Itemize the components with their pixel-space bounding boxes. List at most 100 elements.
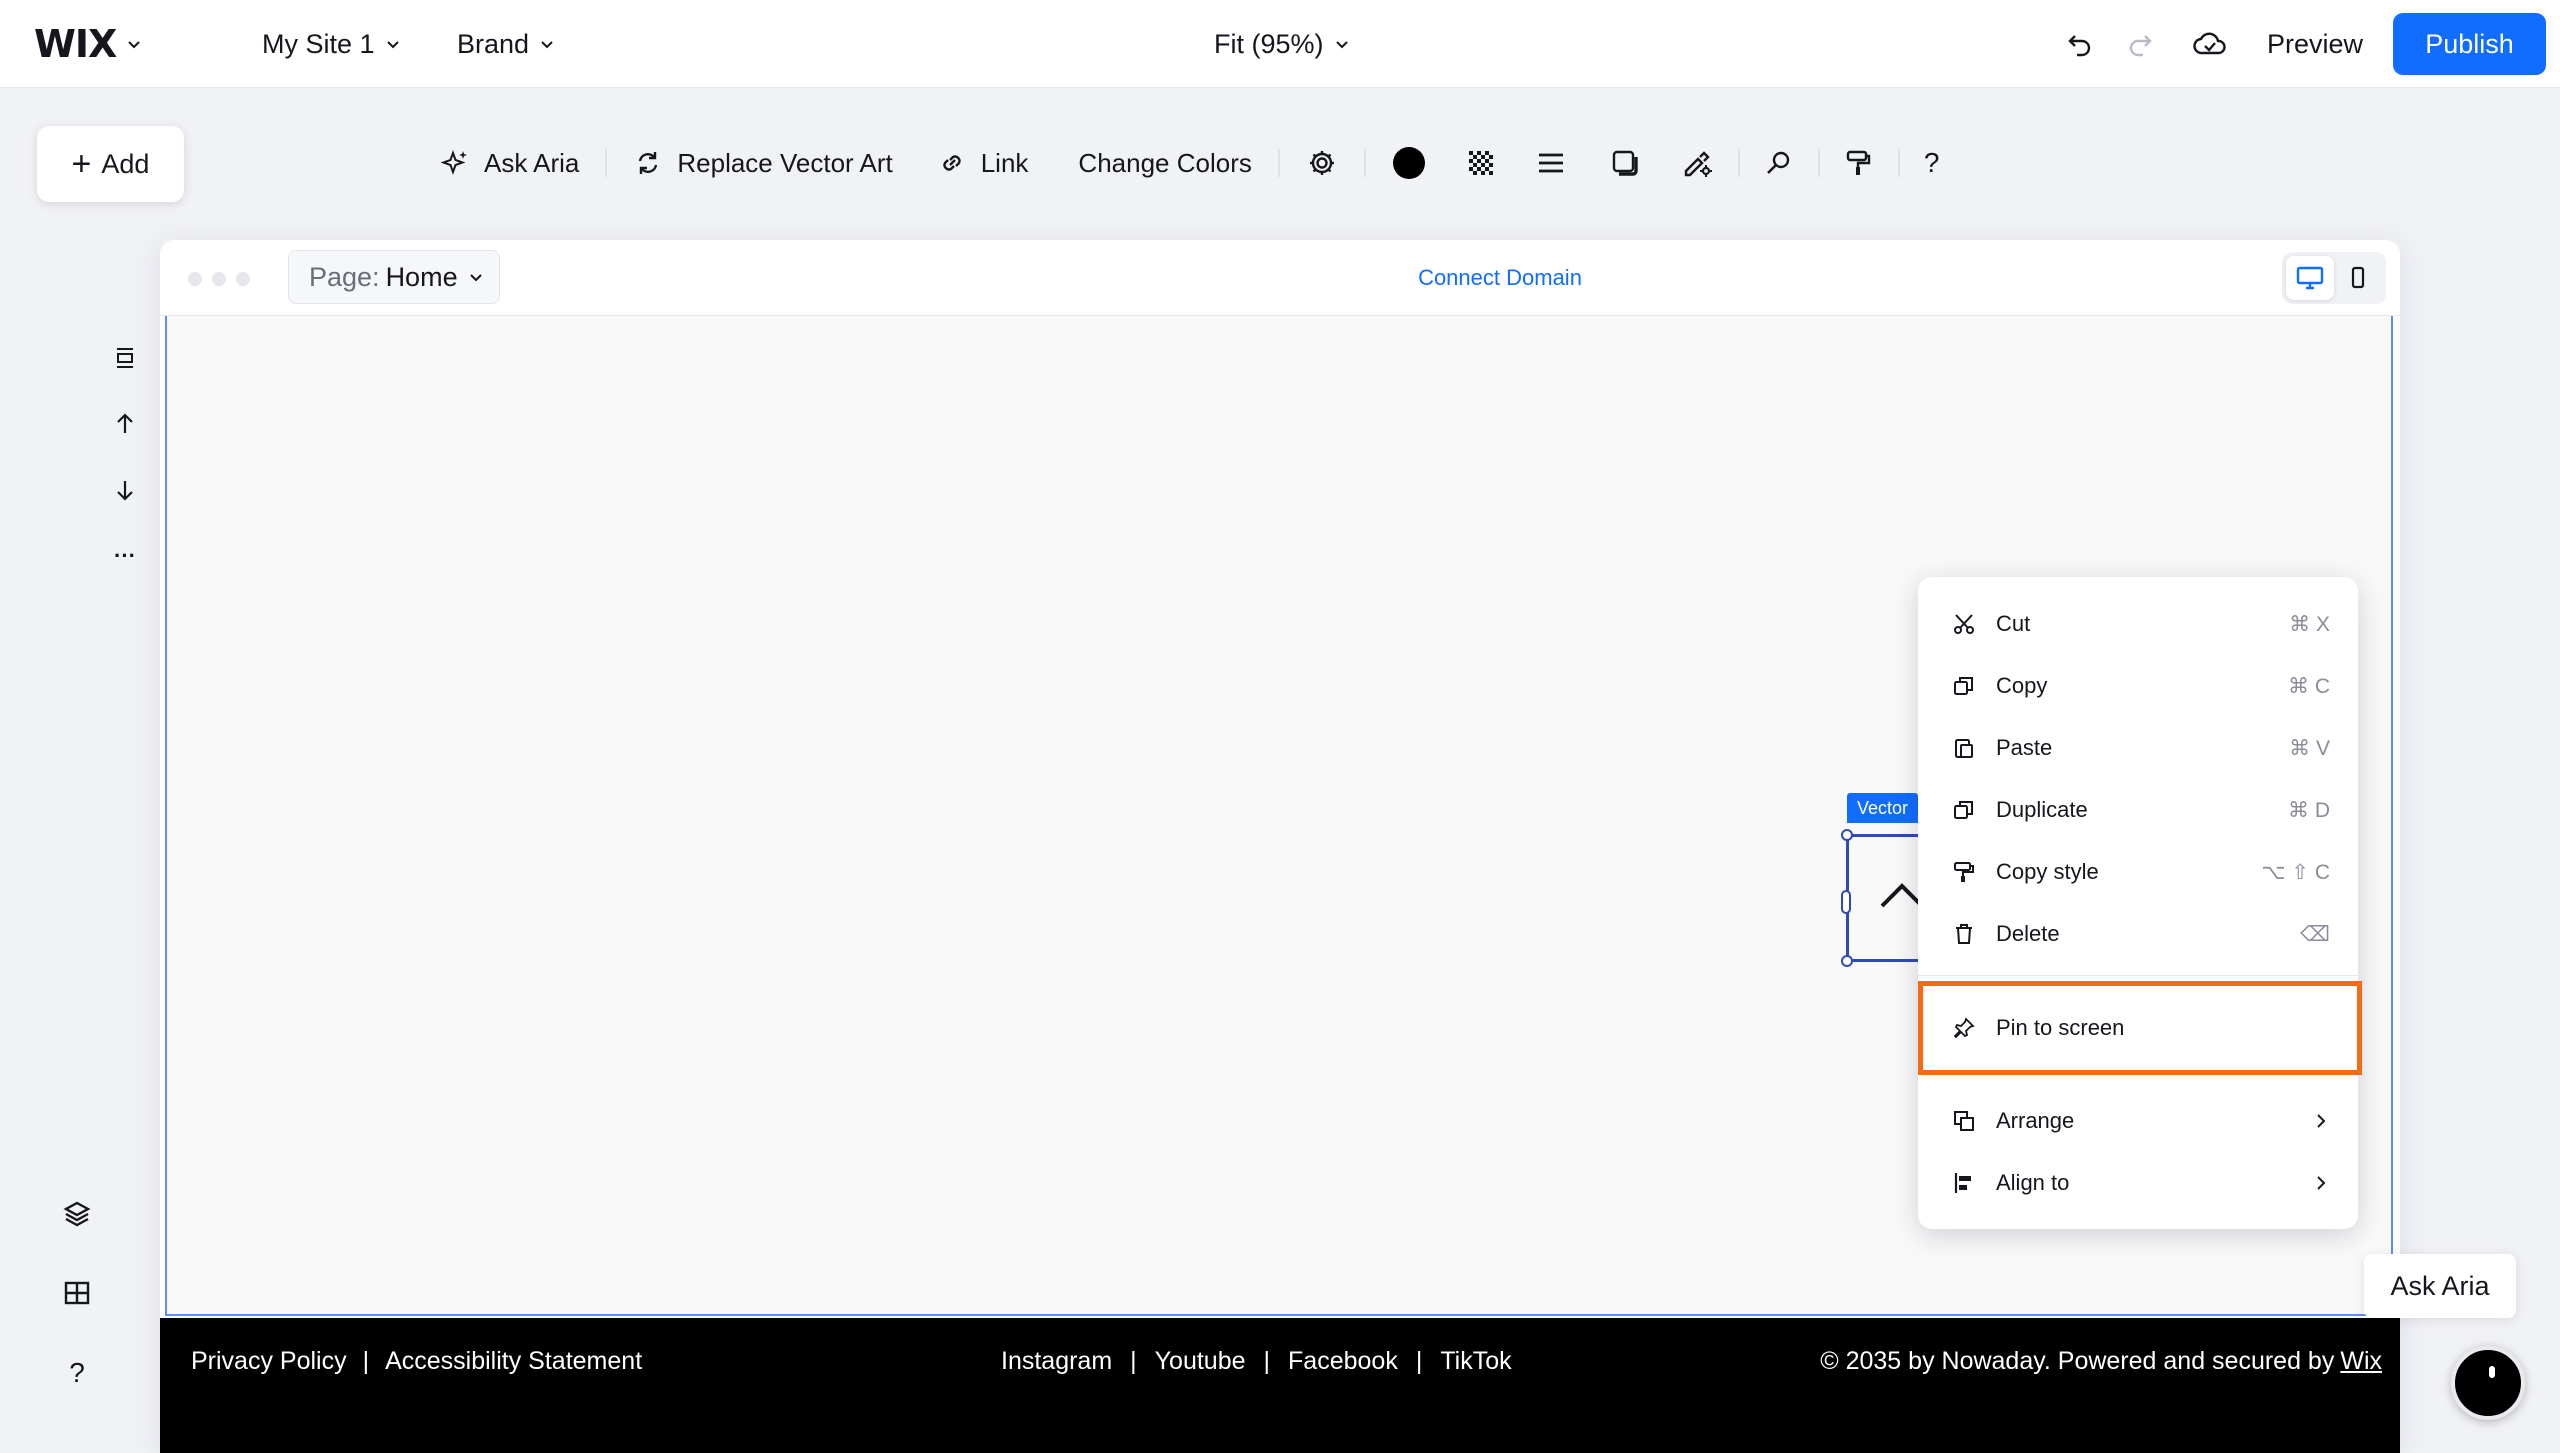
menu-item-arrange[interactable]: Arrange (1918, 1090, 2358, 1152)
toolbar-divider (1737, 149, 1740, 177)
element-toolbar: Ask Aria Replace Vector Art Link Change … (430, 130, 1939, 196)
aria-assistant-button[interactable] (2451, 1346, 2525, 1420)
site-menu[interactable]: My Site 1 (262, 0, 401, 88)
toolbar-divider (1817, 149, 1820, 177)
trash-icon (1956, 924, 1972, 944)
toolbar-divider (1277, 149, 1280, 177)
copy-icon (1954, 677, 1973, 695)
copy-design-button[interactable] (1844, 130, 1874, 196)
menu-item-paste[interactable]: Paste ⌘ V (1918, 717, 2358, 779)
replace-icon (639, 152, 658, 174)
preview-button[interactable]: Preview (2267, 0, 2363, 88)
menu-item-label: Arrange (1996, 1108, 2075, 1133)
opacity-icon (1468, 151, 1493, 175)
opacity-button[interactable] (1466, 130, 1496, 196)
scissors-icon (1954, 614, 1974, 634)
menu-item-label: Delete (1996, 921, 2060, 946)
grid-button[interactable] (57, 1273, 97, 1313)
layers-button[interactable] (57, 1194, 97, 1234)
wix-menu[interactable]: WIX (34, 0, 142, 88)
animation-button[interactable] (1764, 130, 1794, 196)
footer-social-links: Instagram | Youtube | Facebook | TikTok (1001, 1318, 1512, 1404)
paint-roller-icon (1954, 862, 1974, 882)
footer-separator: | (1415, 1346, 1423, 1375)
accessibility-statement-link[interactable]: Accessibility Statement (385, 1347, 642, 1376)
shortcut-hint: ⌥ ⇧ C (2261, 860, 2330, 884)
page-selector[interactable]: Page: Home (288, 250, 500, 304)
menu-divider (1918, 975, 2358, 976)
connect-domain-link[interactable]: Connect Domain (1380, 240, 1620, 316)
shortcut-hint: ⌘ D (2288, 798, 2330, 822)
privacy-policy-link[interactable]: Privacy Policy (191, 1347, 347, 1376)
menu-item-duplicate[interactable]: Duplicate ⌘ D (1918, 779, 2358, 841)
color-fill-button[interactable] (1392, 130, 1426, 196)
link-button[interactable]: Link (937, 130, 1028, 196)
footer-copyright: © 2035 by Nowaday. Powered and secured b… (1820, 1318, 2382, 1404)
menu-item-pin-to-screen[interactable]: Pin to screen (1918, 997, 2358, 1059)
zoom-menu[interactable]: Fit (95%) (1214, 0, 1350, 88)
instagram-link[interactable]: Instagram (1001, 1347, 1112, 1376)
design-settings-button[interactable] (1682, 130, 1714, 196)
footer-legal-links: Privacy Policy | Accessibility Statement (191, 1318, 642, 1404)
border-button[interactable] (1536, 130, 1566, 196)
help-center-button[interactable]: ? (57, 1353, 97, 1393)
add-elements-button[interactable]: + Add (37, 126, 184, 202)
facebook-link[interactable]: Facebook (1288, 1347, 1398, 1376)
menu-item-cut[interactable]: Cut ⌘ X (1918, 593, 2358, 655)
youtube-link[interactable]: Youtube (1155, 1347, 1246, 1376)
ask-aria-button[interactable]: Ask Aria (440, 130, 579, 196)
page-selector-value: Home (385, 261, 458, 292)
replace-vector-art-button[interactable]: Replace Vector Art (633, 130, 893, 196)
device-switcher (2282, 252, 2386, 304)
wix-logo: WIX (34, 22, 117, 66)
lines-icon (1538, 153, 1563, 173)
tiktok-link[interactable]: TikTok (1440, 1347, 1511, 1376)
menu-item-align-to[interactable]: Align to (1918, 1152, 2358, 1214)
paste-icon (1955, 739, 1973, 758)
top-bar: WIX My Site 1 Brand Fit (95%) Preview Pu… (0, 0, 2560, 88)
cloud-check-icon (2193, 32, 2226, 55)
redo-button[interactable] (2120, 0, 2160, 88)
menu-item-label: Copy (1996, 673, 2048, 698)
context-menu: Cut ⌘ X Copy ⌘ C Paste ⌘ V Duplicate ⌘ D… (1918, 577, 2358, 1229)
brand-menu[interactable]: Brand (457, 0, 555, 88)
desktop-view-button[interactable] (2286, 256, 2334, 300)
resize-handle[interactable] (1841, 890, 1851, 914)
paint-roller-icon (1846, 150, 1871, 175)
layers-icon (63, 1201, 91, 1227)
page-selector-label: Page: (309, 261, 380, 292)
add-label: Add (101, 148, 150, 179)
wix-link[interactable]: Wix (2340, 1347, 2382, 1376)
move-section-up-button[interactable] (105, 404, 145, 444)
change-colors-button[interactable]: Change Colors (1078, 130, 1251, 196)
menu-item-label: Duplicate (1996, 797, 2088, 822)
resize-handle[interactable] (1841, 829, 1853, 841)
menu-item-copy-style[interactable]: Copy style ⌥ ⇧ C (1918, 841, 2358, 903)
menu-item-delete[interactable]: Delete ⌫ (1918, 903, 2358, 965)
menu-item-label: Copy style (1996, 859, 2099, 884)
footer-separator: | (1130, 1346, 1137, 1375)
help-button[interactable]: ? (1924, 130, 1940, 196)
menu-item-label: Align to (1996, 1170, 2070, 1195)
replace-vector-art-label: Replace Vector Art (677, 147, 893, 178)
section-settings-button[interactable] (105, 338, 145, 378)
undo-button[interactable] (2060, 0, 2100, 88)
settings-button[interactable] (1306, 130, 1338, 196)
resize-handle[interactable] (1841, 955, 1853, 967)
duplicate-icon (1954, 801, 1973, 819)
save-status-button[interactable] (2188, 0, 2232, 88)
arrow-down-icon (117, 481, 133, 501)
menu-item-copy[interactable]: Copy ⌘ C (1918, 655, 2358, 717)
selected-vector-art[interactable] (1841, 829, 1926, 967)
menu-divider (1918, 1071, 2358, 1072)
sparkle-icon (440, 150, 467, 175)
menu-item-label: Cut (1996, 611, 2031, 636)
move-section-down-button[interactable] (105, 470, 145, 510)
arrow-up-icon (117, 413, 133, 433)
copyright-text: © 2035 by Nowaday. Powered and secured b… (1820, 1346, 2335, 1375)
more-actions-button[interactable]: ··· (105, 536, 145, 576)
site-footer: Privacy Policy | Accessibility Statement… (160, 1318, 2400, 1453)
mobile-view-button[interactable] (2334, 256, 2382, 300)
publish-button[interactable]: Publish (2393, 13, 2546, 75)
shadow-button[interactable] (1610, 130, 1640, 196)
